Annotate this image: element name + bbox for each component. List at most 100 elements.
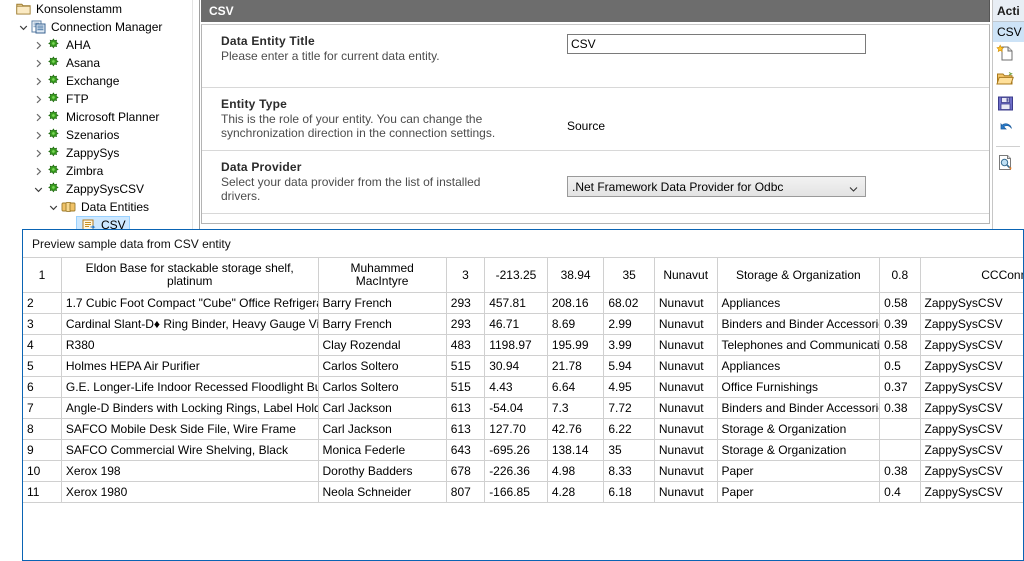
table-cell: 1.7 Cubic Foot Compact "Cube" Office Ref…	[61, 293, 318, 314]
tree-item-asana[interactable]: Asana	[0, 54, 192, 72]
table-row[interactable]: 21.7 Cubic Foot Compact "Cube" Office Re…	[23, 293, 1023, 314]
table-cell: 483	[446, 335, 484, 356]
form-section-entity-type: Entity Type This is the role of your ent…	[202, 87, 989, 150]
plugin-icon	[45, 145, 62, 161]
column-header-cell: 0.8	[880, 258, 920, 293]
preview-data-grid: 1Eldon Base for stackable storage shelf,…	[23, 257, 1023, 503]
table-cell: Nunavut	[654, 482, 717, 503]
tree-item-content: Data Entities	[60, 199, 149, 215]
table-row[interactable]: 8SAFCO Mobile Desk Side File, Wire Frame…	[23, 419, 1023, 440]
action-preview[interactable]	[993, 151, 1024, 176]
table-cell: 0.38	[880, 461, 920, 482]
table-row[interactable]: 6G.E. Longer-Life Indoor Recessed Floodl…	[23, 377, 1023, 398]
data-entity-title-input[interactable]	[567, 34, 866, 54]
table-cell: Nunavut	[654, 419, 717, 440]
table-row[interactable]: 5Holmes HEPA Air PurifierCarlos Soltero5…	[23, 356, 1023, 377]
chevron-down-icon[interactable]	[32, 185, 45, 194]
table-cell: 6.22	[604, 419, 655, 440]
chevron-right-icon[interactable]	[32, 95, 45, 104]
tree-item-content: Asana	[45, 55, 100, 71]
form-section-data-provider: Data Provider Select your data provider …	[202, 150, 989, 213]
table-cell: 4.28	[547, 482, 604, 503]
tree-item-content: Microsoft Planner	[45, 109, 159, 125]
table-cell: Barry French	[318, 314, 446, 335]
tree-item-szenarios[interactable]: Szenarios	[0, 126, 192, 144]
data-provider-select[interactable]: .Net Framework Data Provider for Odbc	[567, 176, 866, 197]
tree-item-label: Exchange	[62, 74, 119, 88]
tree-item-zimbra[interactable]: Zimbra	[0, 162, 192, 180]
tree-item-zappysyscsv[interactable]: ZappySysCSV	[0, 180, 192, 198]
action-new-document[interactable]	[993, 42, 1024, 67]
preview-grid-scroll[interactable]: 1Eldon Base for stackable storage shelf,…	[23, 257, 1023, 561]
table-row[interactable]: 10Xerox 198Dorothy Badders678-226.364.98…	[23, 461, 1023, 482]
save-icon	[996, 94, 1015, 116]
column-header-cell: Nunavut	[654, 258, 717, 293]
tree-item-aha[interactable]: AHA	[0, 36, 192, 54]
table-cell: 4.95	[604, 377, 655, 398]
action-undo[interactable]	[993, 117, 1024, 142]
folder-icon	[15, 1, 32, 17]
column-header-cell: Muhammed MacIntyre	[318, 258, 446, 293]
actions-selected-entity[interactable]: CSV	[993, 22, 1024, 42]
table-cell: ZappySysCSV	[920, 356, 1023, 377]
table-cell: 293	[446, 293, 484, 314]
table-cell: ZappySysCSV	[920, 314, 1023, 335]
tree-item-content: Zimbra	[45, 163, 103, 179]
table-cell: 7.72	[604, 398, 655, 419]
column-header-cell: Storage & Organization	[717, 258, 880, 293]
plugin-icon	[45, 73, 62, 89]
table-row[interactable]: 3Cardinal Slant-D♦ Ring Binder, Heavy Ga…	[23, 314, 1023, 335]
tree-item-konsolenstamm[interactable]: Konsolenstamm	[0, 0, 192, 18]
column-header-cell: -213.25	[485, 258, 548, 293]
table-cell: Nunavut	[654, 314, 717, 335]
table-row[interactable]: 4R380Clay Rozendal4831198.97195.993.99Nu…	[23, 335, 1023, 356]
table-cell: ZappySysCSV	[920, 482, 1023, 503]
column-header-cell: CCConnectionName	[920, 258, 1023, 293]
table-cell: Nunavut	[654, 461, 717, 482]
table-cell: Appliances	[717, 356, 880, 377]
chevron-right-icon[interactable]	[32, 77, 45, 86]
table-cell: ZappySysCSV	[920, 440, 1023, 461]
chevron-right-icon[interactable]	[32, 41, 45, 50]
section-description: Please enter a title for current data en…	[221, 49, 521, 63]
table-cell: Cardinal Slant-D♦ Ring Binder, Heavy Gau…	[61, 314, 318, 335]
table-cell: 4.43	[485, 377, 548, 398]
table-cell: 68.02	[604, 293, 655, 314]
table-cell: 613	[446, 419, 484, 440]
tree-item-label: ZappySys	[62, 146, 119, 160]
table-cell: 0.37	[880, 377, 920, 398]
chevron-right-icon[interactable]	[32, 131, 45, 140]
form-section-data-entity-title: Data Entity Title Please enter a title f…	[202, 25, 989, 87]
table-cell: Xerox 1980	[61, 482, 318, 503]
chevron-down-icon[interactable]	[47, 203, 60, 212]
table-row[interactable]: 7Angle-D Binders with Locking Rings, Lab…	[23, 398, 1023, 419]
chevron-right-icon[interactable]	[32, 59, 45, 68]
tree-item-exchange[interactable]: Exchange	[0, 72, 192, 90]
plugin-icon	[45, 181, 62, 197]
table-cell: Carl Jackson	[318, 398, 446, 419]
action-open-folder[interactable]	[993, 67, 1024, 92]
row-number-cell: 1	[23, 258, 61, 293]
chevron-down-icon[interactable]	[17, 23, 30, 32]
tree-item-data-entities[interactable]: Data Entities	[0, 198, 192, 216]
table-row[interactable]: 9SAFCO Commercial Wire Shelving, BlackMo…	[23, 440, 1023, 461]
action-save[interactable]	[993, 92, 1024, 117]
chevron-right-icon[interactable]	[32, 149, 45, 158]
app-window: KonsolenstammConnection ManagerAHAAsana E…	[0, 0, 1024, 561]
table-cell: 2.99	[604, 314, 655, 335]
actions-divider	[996, 146, 1020, 147]
plugin-icon	[45, 163, 62, 179]
tree-item-zappysys[interactable]: ZappySys	[0, 144, 192, 162]
tree-item-ftp[interactable]: FTP	[0, 90, 192, 108]
chevron-right-icon[interactable]	[32, 167, 45, 176]
table-cell: 8.69	[547, 314, 604, 335]
section-title: Data Entity Title	[221, 34, 567, 48]
tree-item-microsoft-planner[interactable]: Microsoft Planner	[0, 108, 192, 126]
chevron-right-icon[interactable]	[32, 113, 45, 122]
table-cell	[880, 440, 920, 461]
table-cell: Neola Schneider	[318, 482, 446, 503]
table-cell: ZappySysCSV	[920, 419, 1023, 440]
table-row[interactable]: 11Xerox 1980Neola Schneider807-166.854.2…	[23, 482, 1023, 503]
row-number-cell: 9	[23, 440, 61, 461]
tree-item-connection-manager[interactable]: Connection Manager	[0, 18, 192, 36]
